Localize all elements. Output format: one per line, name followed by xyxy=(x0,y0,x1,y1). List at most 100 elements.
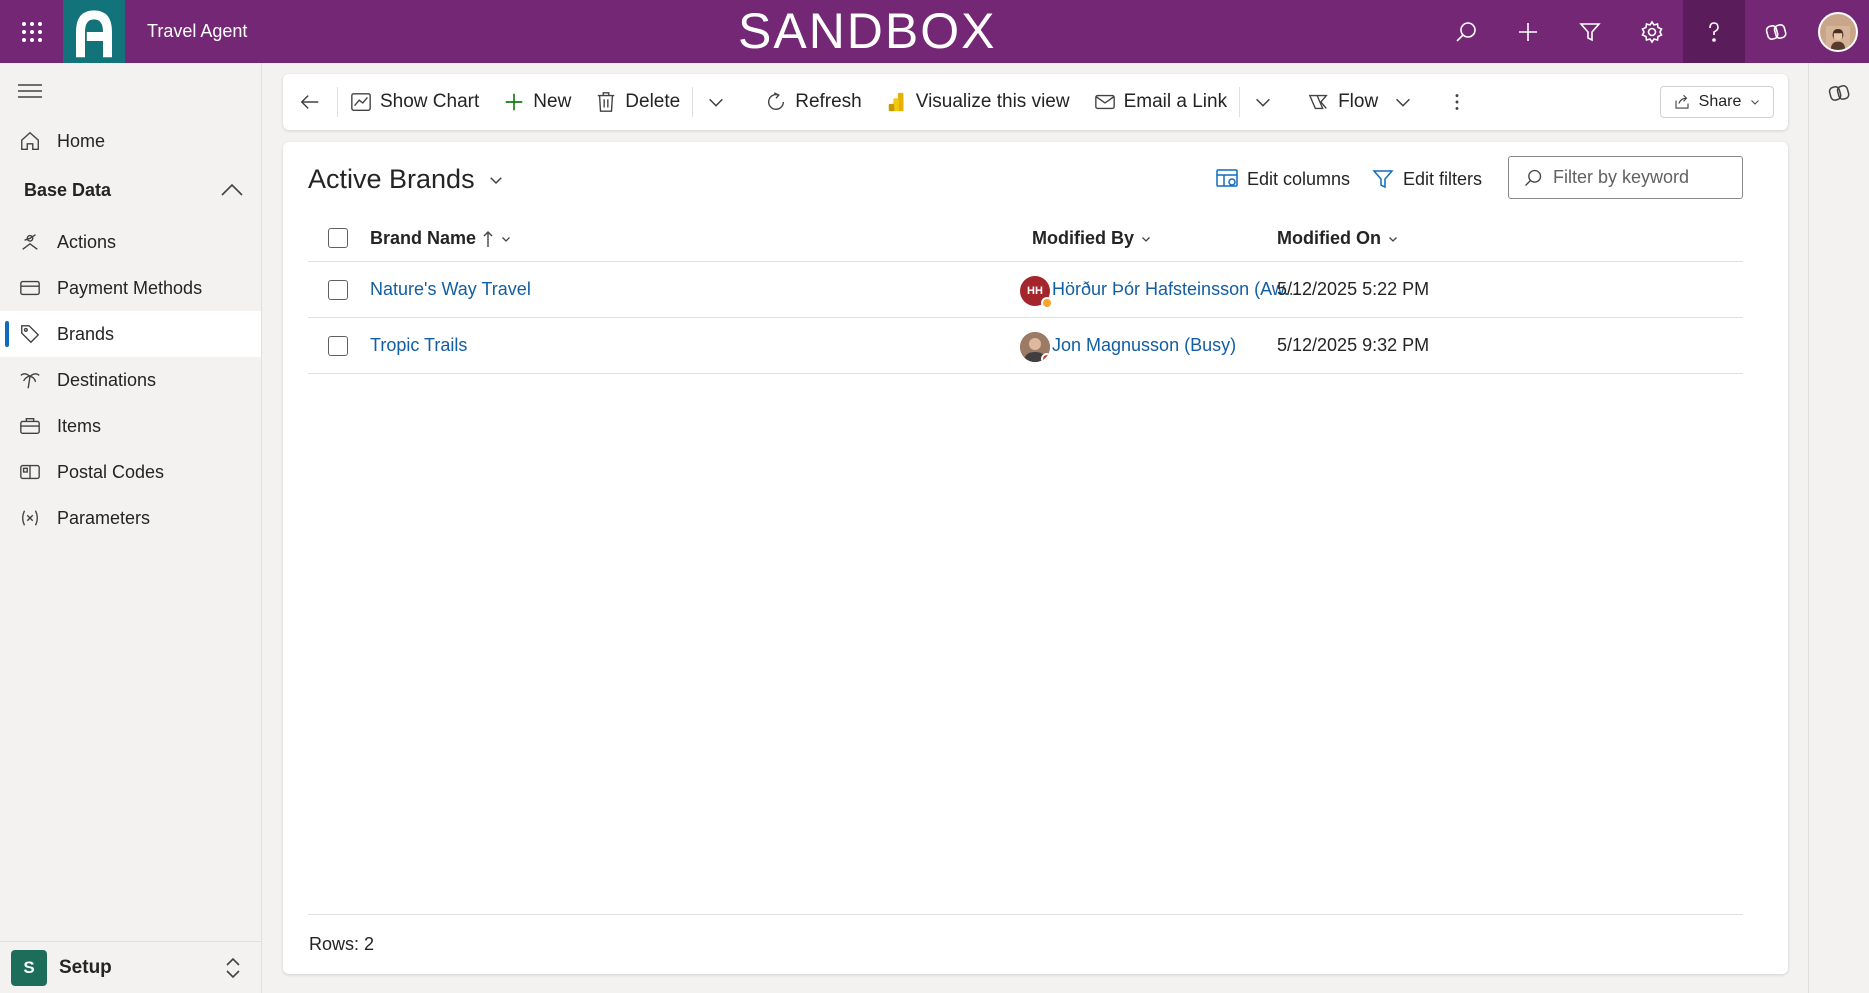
chevron-down-icon xyxy=(489,176,502,184)
edit-filters-button[interactable]: Edit filters xyxy=(1371,167,1482,191)
plus-icon[interactable] xyxy=(1497,0,1559,63)
sidebar-item-destinations[interactable]: Destinations xyxy=(0,357,261,403)
brand-name-link[interactable]: Tropic Trails xyxy=(370,335,467,356)
sidebar-item-home[interactable]: Home xyxy=(0,118,261,164)
chart-icon xyxy=(351,93,371,111)
help-icon[interactable] xyxy=(1683,0,1745,63)
back-button[interactable] xyxy=(283,74,337,130)
refresh-button[interactable]: Refresh xyxy=(753,74,874,130)
app-launcher-icon[interactable] xyxy=(0,0,63,63)
sidebar-item-label: Items xyxy=(57,415,102,436)
sort-ascending-icon xyxy=(483,230,493,247)
more-vertical-icon xyxy=(1455,94,1459,110)
refresh-label: Refresh xyxy=(795,91,862,112)
command-bar: Show Chart New Delete Refresh Visualize … xyxy=(283,74,1788,130)
edit-filters-label: Edit filters xyxy=(1403,168,1483,189)
select-all-checkbox[interactable] xyxy=(328,228,348,248)
copilot-icon[interactable] xyxy=(1827,81,1851,105)
new-button[interactable]: New xyxy=(491,74,583,130)
modified-by-link[interactable]: Jon Magnusson (Busy) xyxy=(1052,335,1236,356)
email-link-button[interactable]: Email a Link xyxy=(1082,74,1240,130)
modified-on-value: 5/12/2025 5:22 PM xyxy=(1277,279,1430,299)
chevron-down-icon xyxy=(1396,98,1411,107)
avatar-initials: HH xyxy=(1027,285,1043,297)
filter-by-keyword-input[interactable]: Filter by keyword xyxy=(1508,156,1743,199)
app-logo-icon[interactable] xyxy=(63,0,125,63)
delete-button[interactable]: Delete xyxy=(583,74,692,130)
postal-code-icon xyxy=(17,461,43,483)
show-chart-button[interactable]: Show Chart xyxy=(338,74,491,130)
brand-name-link[interactable]: Nature's Way Travel xyxy=(370,279,531,300)
modified-by-link[interactable]: Hörður Þór Hafsteinsson (Aw... xyxy=(1052,279,1299,300)
column-header-brand-name[interactable]: Brand Name xyxy=(370,228,512,249)
environment-label: SANDBOX xyxy=(738,3,997,59)
email-options-dropdown[interactable] xyxy=(1240,74,1286,130)
chevron-down-icon xyxy=(1751,100,1760,105)
visualize-button[interactable]: Visualize this view xyxy=(874,74,1082,130)
presence-busy-icon xyxy=(1041,353,1050,362)
share-button[interactable]: Share xyxy=(1660,86,1774,118)
edit-columns-button[interactable]: Edit columns xyxy=(1215,167,1350,191)
hamburger-menu-icon[interactable] xyxy=(18,83,42,99)
sidebar-item-label: Actions xyxy=(57,231,117,252)
divider xyxy=(308,914,1743,915)
sidebar-item-brands[interactable]: Brands xyxy=(0,311,261,357)
copilot-icon[interactable] xyxy=(1745,0,1807,63)
sidebar-item-label: Postal Codes xyxy=(57,461,165,482)
share-label: Share xyxy=(1698,93,1742,110)
overflow-menu-button[interactable] xyxy=(1434,74,1480,130)
table-row[interactable]: Tropic Trails Jon Magnusson (Busy) 5/12/… xyxy=(308,319,1743,374)
column-header-label: Modified On xyxy=(1277,228,1381,248)
sidebar-item-label: Parameters xyxy=(57,507,151,528)
sidebar-group-base-data[interactable]: Base Data xyxy=(0,167,261,213)
sidebar-item-label: Home xyxy=(57,130,106,151)
view-selector[interactable]: Active Brands xyxy=(308,164,505,195)
chevron-down-icon xyxy=(1256,98,1271,107)
chevron-up-icon xyxy=(221,183,243,196)
top-bar: Travel Agent SANDBOX xyxy=(0,0,1869,63)
rows-count: Rows: 2 xyxy=(309,934,375,954)
sidebar-item-items[interactable]: Items xyxy=(0,403,261,449)
row-checkbox[interactable] xyxy=(328,336,348,356)
actions-icon xyxy=(17,231,43,253)
chevron-down-icon xyxy=(502,236,510,242)
sidebar-item-actions[interactable]: Actions xyxy=(0,219,261,265)
sidebar-item-postal-codes[interactable]: Postal Codes xyxy=(0,449,261,495)
chevron-up-down-icon xyxy=(226,957,240,979)
sidebar-item-payment-methods[interactable]: Payment Methods xyxy=(0,265,261,311)
chevron-down-icon xyxy=(1142,236,1150,242)
power-bi-icon xyxy=(888,92,904,112)
share-icon xyxy=(1675,94,1689,109)
app-name[interactable]: Travel Agent xyxy=(147,21,247,42)
sidebar-item-label: Brands xyxy=(57,323,115,344)
home-icon xyxy=(17,130,43,152)
grid-header-row: Brand Name Modified By Modified On xyxy=(308,216,1743,262)
column-header-modified-by[interactable]: Modified By xyxy=(1032,228,1152,249)
payment-methods-icon xyxy=(17,277,43,299)
column-header-modified-on[interactable]: Modified On xyxy=(1277,228,1399,249)
right-side-pane xyxy=(1808,63,1869,993)
user-avatar[interactable] xyxy=(1807,0,1869,63)
arrow-left-icon xyxy=(300,95,319,109)
tag-icon xyxy=(17,323,43,345)
search-icon[interactable] xyxy=(1435,0,1497,63)
area-switcher[interactable]: S Setup xyxy=(0,941,261,993)
grid-panel: Active Brands Edit columns Edit filters … xyxy=(283,142,1788,974)
email-link-label: Email a Link xyxy=(1123,91,1228,112)
sidebar-item-label: Destinations xyxy=(57,369,157,390)
gear-icon[interactable] xyxy=(1621,0,1683,63)
row-checkbox[interactable] xyxy=(328,280,348,300)
filter-icon[interactable] xyxy=(1559,0,1621,63)
area-label: Setup xyxy=(59,956,112,978)
sidebar-item-label: Payment Methods xyxy=(57,277,203,298)
briefcase-icon xyxy=(17,415,43,437)
more-commands-dropdown[interactable] xyxy=(693,74,739,130)
avatar xyxy=(1020,332,1050,362)
chevron-down-icon xyxy=(1389,236,1397,242)
sidebar-item-parameters[interactable]: Parameters xyxy=(0,495,261,541)
column-header-label: Brand Name xyxy=(370,228,477,248)
chevron-down-icon xyxy=(709,98,724,107)
column-header-label: Modified By xyxy=(1032,228,1134,248)
table-row[interactable]: Nature's Way Travel HH Hörður Þór Hafste… xyxy=(308,263,1743,318)
flow-button[interactable]: Flow xyxy=(1296,74,1426,130)
